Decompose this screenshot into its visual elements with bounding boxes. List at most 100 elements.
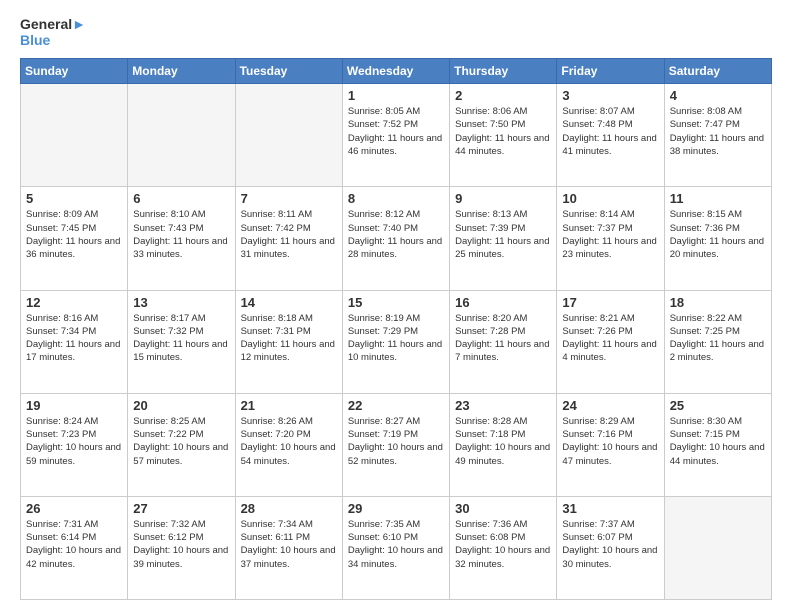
header: General► Blue — [20, 16, 772, 48]
calendar-cell: 3 Sunrise: 8:07 AMSunset: 7:48 PMDaylight… — [557, 84, 664, 187]
calendar-cell: 27 Sunrise: 7:32 AMSunset: 6:12 PMDayligh… — [128, 496, 235, 599]
calendar-cell: 20 Sunrise: 8:25 AMSunset: 7:22 PMDayligh… — [128, 393, 235, 496]
day-info: Sunrise: 8:16 AMSunset: 7:34 PMDaylight:… — [26, 312, 122, 365]
day-number: 29 — [348, 501, 444, 516]
calendar-cell: 7 Sunrise: 8:11 AMSunset: 7:42 PMDaylight… — [235, 187, 342, 290]
day-number: 16 — [455, 295, 551, 310]
calendar-cell: 18Sunrise: 8:22 AMSunset: 7:25 PMDayligh… — [664, 290, 771, 393]
day-number: 14 — [241, 295, 337, 310]
day-info: Sunrise: 8:06 AMSunset: 7:50 PMDaylight:… — [455, 105, 551, 158]
day-number: 11 — [670, 191, 766, 206]
day-info: Sunrise: 8:19 AMSunset: 7:29 PMDaylight:… — [348, 312, 444, 365]
day-info: Sunrise: 8:08 AMSunset: 7:47 PMDaylight:… — [670, 105, 766, 158]
calendar-cell: 10 Sunrise: 8:14 AMSunset: 7:37 PMDayligh… — [557, 187, 664, 290]
day-number: 30 — [455, 501, 551, 516]
day-info: Sunrise: 8:27 AMSunset: 7:19 PMDaylight:… — [348, 415, 444, 468]
day-info: Sunrise: 7:34 AMSunset: 6:11 PMDaylight:… — [241, 518, 337, 571]
day-number: 13 — [133, 295, 229, 310]
calendar-cell: 16 Sunrise: 8:20 AMSunset: 7:28 PMDayligh… — [450, 290, 557, 393]
day-info: Sunrise: 8:28 AMSunset: 7:18 PMDaylight:… — [455, 415, 551, 468]
day-number: 25 — [670, 398, 766, 413]
day-number: 7 — [241, 191, 337, 206]
day-number: 27 — [133, 501, 229, 516]
weekday-header: Monday — [128, 59, 235, 84]
calendar-cell: 19 Sunrise: 8:24 AMSunset: 7:23 PMDayligh… — [21, 393, 128, 496]
day-info: Sunrise: 8:12 AMSunset: 7:40 PMDaylight:… — [348, 208, 444, 261]
calendar-cell: 11 Sunrise: 8:15 AMSunset: 7:36 PMDayligh… — [664, 187, 771, 290]
day-number: 22 — [348, 398, 444, 413]
day-info: Sunrise: 8:09 AMSunset: 7:45 PMDaylight:… — [26, 208, 122, 261]
day-info: Sunrise: 8:17 AMSunset: 7:32 PMDaylight:… — [133, 312, 229, 365]
calendar-cell: 23 Sunrise: 8:28 AMSunset: 7:18 PMDayligh… — [450, 393, 557, 496]
day-number: 6 — [133, 191, 229, 206]
day-info: Sunrise: 8:18 AMSunset: 7:31 PMDaylight:… — [241, 312, 337, 365]
day-number: 1 — [348, 88, 444, 103]
day-info: Sunrise: 8:11 AMSunset: 7:42 PMDaylight:… — [241, 208, 337, 261]
day-number: 12 — [26, 295, 122, 310]
day-number: 21 — [241, 398, 337, 413]
day-number: 24 — [562, 398, 658, 413]
day-info: Sunrise: 8:10 AMSunset: 7:43 PMDaylight:… — [133, 208, 229, 261]
day-info: Sunrise: 8:30 AMSunset: 7:15 PMDaylight:… — [670, 415, 766, 468]
calendar-cell: 6 Sunrise: 8:10 AMSunset: 7:43 PMDaylight… — [128, 187, 235, 290]
day-number: 3 — [562, 88, 658, 103]
day-info: Sunrise: 8:07 AMSunset: 7:48 PMDaylight:… — [562, 105, 658, 158]
day-number: 20 — [133, 398, 229, 413]
calendar-cell: 26 Sunrise: 7:31 AMSunset: 6:14 PMDayligh… — [21, 496, 128, 599]
calendar-cell: 21Sunrise: 8:26 AMSunset: 7:20 PMDayligh… — [235, 393, 342, 496]
day-info: Sunrise: 8:20 AMSunset: 7:28 PMDaylight:… — [455, 312, 551, 365]
day-info: Sunrise: 7:37 AMSunset: 6:07 PMDaylight:… — [562, 518, 658, 571]
day-info: Sunrise: 7:36 AMSunset: 6:08 PMDaylight:… — [455, 518, 551, 571]
calendar-cell: 12 Sunrise: 8:16 AMSunset: 7:34 PMDayligh… — [21, 290, 128, 393]
day-info: Sunrise: 8:25 AMSunset: 7:22 PMDaylight:… — [133, 415, 229, 468]
day-info: Sunrise: 8:29 AMSunset: 7:16 PMDaylight:… — [562, 415, 658, 468]
day-info: Sunrise: 8:21 AMSunset: 7:26 PMDaylight:… — [562, 312, 658, 365]
day-number: 19 — [26, 398, 122, 413]
calendar-cell: 14 Sunrise: 8:18 AMSunset: 7:31 PMDayligh… — [235, 290, 342, 393]
calendar-cell: 28 Sunrise: 7:34 AMSunset: 6:11 PMDayligh… — [235, 496, 342, 599]
calendar-cell: 4Sunrise: 8:08 AMSunset: 7:47 PMDaylight… — [664, 84, 771, 187]
day-info: Sunrise: 8:15 AMSunset: 7:36 PMDaylight:… — [670, 208, 766, 261]
calendar-cell: 2 Sunrise: 8:06 AMSunset: 7:50 PMDaylight… — [450, 84, 557, 187]
weekday-header: Thursday — [450, 59, 557, 84]
calendar-cell — [664, 496, 771, 599]
weekday-header: Wednesday — [342, 59, 449, 84]
day-info: Sunrise: 8:05 AMSunset: 7:52 PMDaylight:… — [348, 105, 444, 158]
day-info: Sunrise: 8:13 AMSunset: 7:39 PMDaylight:… — [455, 208, 551, 261]
calendar-cell: 9 Sunrise: 8:13 AMSunset: 7:39 PMDaylight… — [450, 187, 557, 290]
weekday-header: Tuesday — [235, 59, 342, 84]
calendar-cell: 8Sunrise: 8:12 AMSunset: 7:40 PMDaylight… — [342, 187, 449, 290]
calendar-cell: 1 Sunrise: 8:05 AMSunset: 7:52 PMDaylight… — [342, 84, 449, 187]
calendar-cell: 30 Sunrise: 7:36 AMSunset: 6:08 PMDayligh… — [450, 496, 557, 599]
day-number: 15 — [348, 295, 444, 310]
calendar-cell: 25 Sunrise: 8:30 AMSunset: 7:15 PMDayligh… — [664, 393, 771, 496]
calendar-cell: 29 Sunrise: 7:35 AMSunset: 6:10 PMDayligh… — [342, 496, 449, 599]
calendar-cell: 13 Sunrise: 8:17 AMSunset: 7:32 PMDayligh… — [128, 290, 235, 393]
logo: General► Blue — [20, 16, 86, 48]
calendar-cell: 22 Sunrise: 8:27 AMSunset: 7:19 PMDayligh… — [342, 393, 449, 496]
logo-text: General► Blue — [20, 16, 86, 48]
day-info: Sunrise: 7:32 AMSunset: 6:12 PMDaylight:… — [133, 518, 229, 571]
day-number: 9 — [455, 191, 551, 206]
day-number: 23 — [455, 398, 551, 413]
calendar-cell: 5Sunrise: 8:09 AMSunset: 7:45 PMDaylight… — [21, 187, 128, 290]
day-info: Sunrise: 7:31 AMSunset: 6:14 PMDaylight:… — [26, 518, 122, 571]
day-info: Sunrise: 8:24 AMSunset: 7:23 PMDaylight:… — [26, 415, 122, 468]
weekday-header: Friday — [557, 59, 664, 84]
calendar-cell — [21, 84, 128, 187]
weekday-header: Sunday — [21, 59, 128, 84]
day-info: Sunrise: 7:35 AMSunset: 6:10 PMDaylight:… — [348, 518, 444, 571]
calendar-cell: 15 Sunrise: 8:19 AMSunset: 7:29 PMDayligh… — [342, 290, 449, 393]
day-number: 28 — [241, 501, 337, 516]
calendar-cell — [128, 84, 235, 187]
day-number: 31 — [562, 501, 658, 516]
day-number: 26 — [26, 501, 122, 516]
calendar-cell: 24 Sunrise: 8:29 AMSunset: 7:16 PMDayligh… — [557, 393, 664, 496]
day-number: 10 — [562, 191, 658, 206]
calendar-cell: 17Sunrise: 8:21 AMSunset: 7:26 PMDayligh… — [557, 290, 664, 393]
day-number: 18 — [670, 295, 766, 310]
calendar-table: SundayMondayTuesdayWednesdayThursdayFrid… — [20, 58, 772, 600]
day-number: 2 — [455, 88, 551, 103]
calendar-cell — [235, 84, 342, 187]
day-info: Sunrise: 8:14 AMSunset: 7:37 PMDaylight:… — [562, 208, 658, 261]
